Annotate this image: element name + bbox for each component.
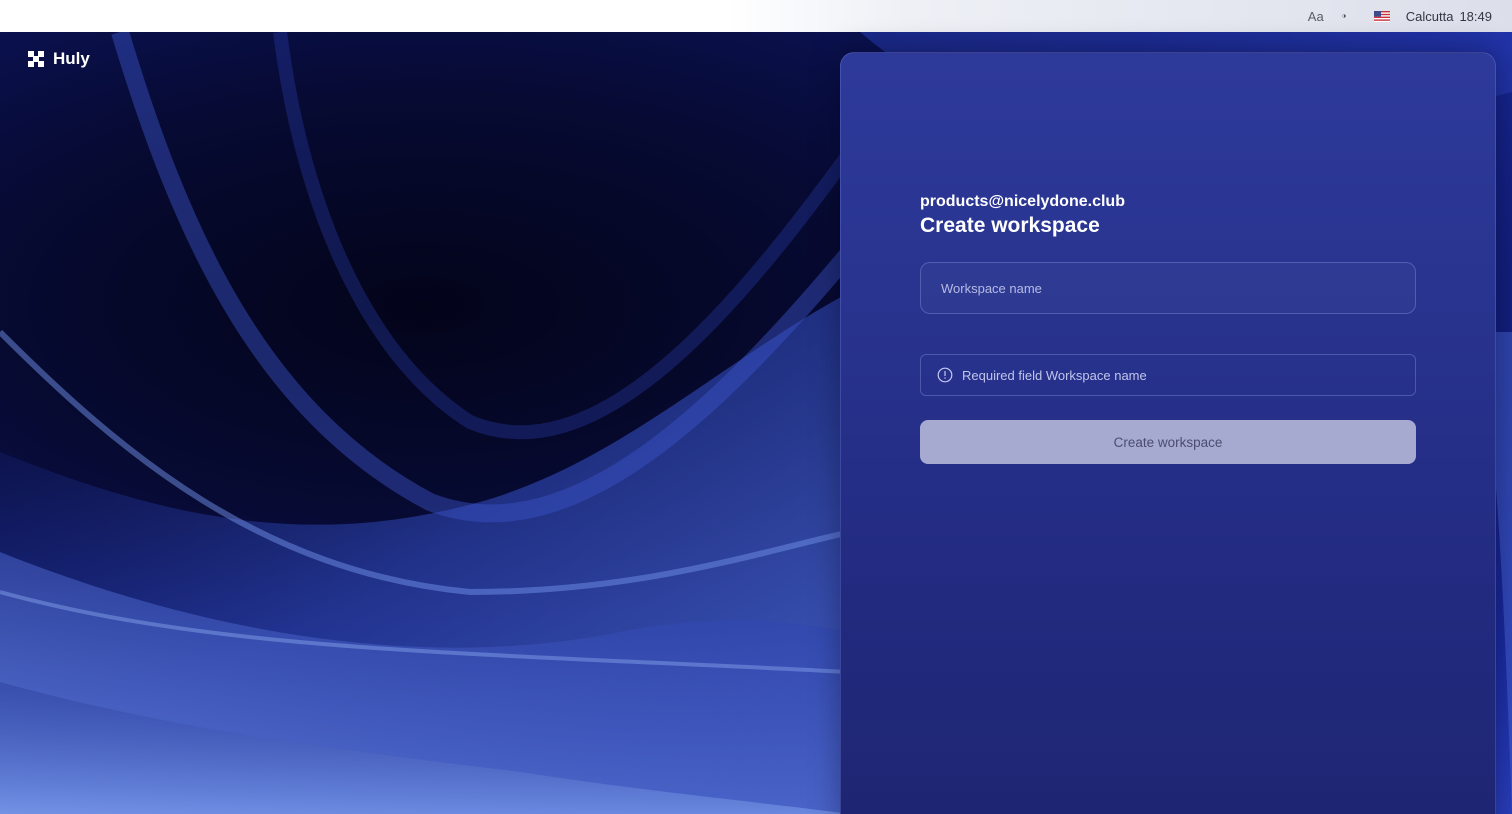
font-size-button[interactable]: Aa xyxy=(1304,9,1328,24)
contrast-icon xyxy=(1342,14,1346,18)
huly-logo[interactable]: Huly xyxy=(27,49,90,69)
validation-text: Required field Workspace name xyxy=(962,367,1147,383)
create-workspace-panel: products@nicelydone.club Create workspac… xyxy=(840,52,1496,814)
account-email: products@nicelydone.club xyxy=(920,193,1125,210)
info-circle-icon xyxy=(937,367,953,383)
us-flag-icon xyxy=(1373,10,1390,22)
top-bar: Aa Calcutta 18:49 xyxy=(0,0,1512,32)
clock-widget[interactable]: Calcutta 18:49 xyxy=(1406,9,1492,24)
workspace-name-field[interactable] xyxy=(920,262,1416,314)
huly-logo-icon xyxy=(28,51,44,67)
create-workspace-button[interactable]: Create workspace xyxy=(920,420,1416,464)
clock-city: Calcutta xyxy=(1405,8,1454,24)
logo-name: Huly xyxy=(53,49,90,68)
language-button[interactable] xyxy=(1373,10,1406,22)
validation-message: Required field Workspace name xyxy=(920,354,1416,396)
theme-toggle-button[interactable] xyxy=(1342,7,1360,25)
workspace-name-input[interactable] xyxy=(921,263,1415,313)
font-size-label: Aa xyxy=(1307,8,1324,24)
clock-time: 18:49 xyxy=(1459,8,1492,24)
page-title: Create workspace xyxy=(920,214,1100,237)
